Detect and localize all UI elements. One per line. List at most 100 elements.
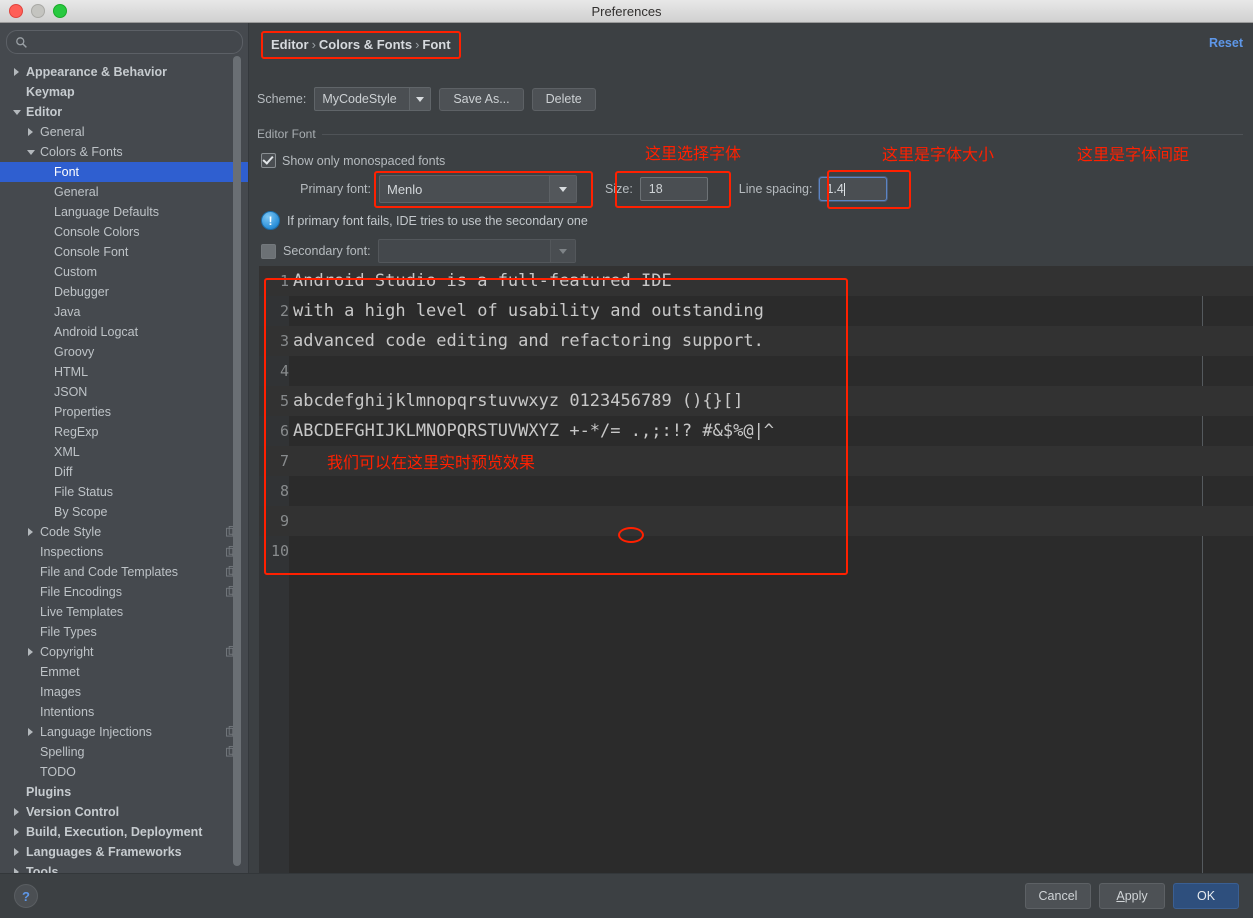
primary-font-info-row: ! If primary font fails, IDE tries to us… [261,211,588,230]
sidebar-item-debugger[interactable]: Debugger [0,282,249,302]
sidebar-item-console-colors[interactable]: Console Colors [0,222,249,242]
sidebar-item-file-encodings[interactable]: File Encodings [0,582,249,602]
sidebar-item-editor[interactable]: Editor [0,102,249,122]
chevron-right-icon[interactable] [10,802,23,822]
chevron-right-icon[interactable] [10,822,23,842]
sidebar-item-file-and-code-templates[interactable]: File and Code Templates [0,562,249,582]
editor-font-group-line [257,134,1243,135]
scheme-dropdown[interactable]: MyCodeStyle [314,87,432,111]
help-button[interactable]: ? [14,884,38,908]
secondary-font-dropdown-arrow[interactable] [549,240,575,262]
sidebar-item-spelling[interactable]: Spelling [0,742,249,762]
delete-button[interactable]: Delete [531,87,596,111]
chevron-right-icon[interactable] [10,842,23,862]
monospaced-checkbox-row[interactable]: Show only monospaced fonts [261,153,445,168]
font-preview-editor[interactable]: 1 Android Studio is a full-featured IDE 2 w… [259,266,1253,875]
sidebar-item-label: File Types [40,625,97,639]
breadcrumb: Editor › Colors & Fonts › Font [261,31,461,59]
sidebar-item-console-font[interactable]: Console Font [0,242,249,262]
sidebar-item-label: Groovy [54,345,95,359]
sidebar-item-code-style[interactable]: Code Style [0,522,249,542]
sidebar-item-plugins[interactable]: Plugins [0,782,249,802]
scheme-dropdown-arrow[interactable] [409,88,431,110]
chevron-down-icon[interactable] [24,142,37,162]
line-number: 4 [279,362,289,380]
sidebar-item-file-types[interactable]: File Types [0,622,249,642]
secondary-font-checkbox[interactable] [261,243,276,259]
ok-button[interactable]: OK [1173,883,1239,909]
sidebar-item-intentions[interactable]: Intentions [0,702,249,722]
sidebar-item-version-control[interactable]: Version Control [0,802,249,822]
sidebar-item-custom[interactable]: Custom [0,262,249,282]
sidebar-scrollbar-thumb[interactable] [233,56,241,866]
sidebar-item-inspections[interactable]: Inspections [0,542,249,562]
sidebar-item-xml[interactable]: XML [0,442,249,462]
chevron-down-icon[interactable] [10,102,23,122]
sidebar-item-json[interactable]: JSON [0,382,249,402]
sidebar-item-language-injections[interactable]: Language Injections [0,722,249,742]
sidebar-item-java[interactable]: Java [0,302,249,322]
sidebar-item-android-logcat[interactable]: Android Logcat [0,322,249,342]
sidebar-item-groovy[interactable]: Groovy [0,342,249,362]
chevron-right-icon[interactable] [24,642,37,662]
monospaced-checkbox[interactable] [261,153,276,168]
sidebar-item-label: Appearance & Behavior [26,65,168,79]
sidebar-item-regexp[interactable]: RegExp [0,422,249,442]
sidebar-item-general[interactable]: General [0,182,249,202]
chevron-right-icon[interactable] [10,62,23,82]
sidebar-item-images[interactable]: Images [0,682,249,702]
sidebar-item-general[interactable]: General [0,122,249,142]
chevron-right-icon[interactable] [24,122,37,142]
sidebar-item-emmet[interactable]: Emmet [0,662,249,682]
line-spacing-input[interactable]: 1.4 [819,177,888,201]
annotation-text-3: 这里是字体间距 [1077,145,1190,164]
sidebar-item-build-execution-deployment[interactable]: Build, Execution, Deployment [0,822,249,842]
breadcrumb-part-font[interactable]: Font [422,37,450,52]
sidebar-item-colors-fonts[interactable]: Colors & Fonts [0,142,249,162]
sidebar-item-keymap[interactable]: Keymap [0,82,249,102]
breadcrumb-part-editor[interactable]: Editor [271,37,309,52]
sidebar-item-copyright[interactable]: Copyright [0,642,249,662]
sidebar-item-html[interactable]: HTML [0,362,249,382]
search-input[interactable] [32,34,234,50]
primary-font-row: Primary font: Menlo Size: 18 Line spacin… [249,175,1253,203]
sidebar-item-language-defaults[interactable]: Language Defaults [0,202,249,222]
secondary-font-dropdown[interactable] [377,239,576,263]
primary-font-dropdown-arrow[interactable] [549,176,576,202]
sidebar-item-by-scope[interactable]: By Scope [0,502,249,522]
sidebar-item-label: Inspections [40,545,104,559]
primary-font-dropdown[interactable]: Menlo [379,175,577,203]
text-caret [843,182,845,196]
sidebar-item-languages-frameworks[interactable]: Languages & Frameworks [0,842,249,862]
sidebar-item-label: Custom [54,265,98,279]
sidebar-item-font[interactable]: Font [0,162,249,182]
sidebar-item-appearance-behavior[interactable]: Appearance & Behavior [0,62,249,82]
editor-line: 3 advanced code editing and refactoring s… [259,326,1253,356]
font-size-input[interactable]: 18 [639,177,708,201]
save-as-button[interactable]: Save As... [439,87,524,111]
sidebar-item-live-templates[interactable]: Live Templates [0,602,249,622]
chevron-right-icon[interactable] [24,522,37,542]
sidebar-item-file-status[interactable]: File Status [0,482,249,502]
sidebar-item-label: File and Code Templates [40,565,179,579]
sidebar-item-todo[interactable]: TODO [0,762,249,782]
sidebar-item-label: Keymap [26,85,75,99]
apply-button[interactable]: Apply [1099,883,1165,909]
reset-link[interactable]: Reset [1209,36,1243,50]
annotation-text-2: 这里是字体大小 [882,145,995,164]
breadcrumb-part-colors-fonts[interactable]: Colors & Fonts [319,37,412,52]
sidebar-item-properties[interactable]: Properties [0,402,249,422]
sidebar-item-diff[interactable]: Diff [0,462,249,482]
cancel-button[interactable]: Cancel [1025,883,1091,909]
chevron-right-icon[interactable] [24,722,37,742]
search-box[interactable] [6,30,243,54]
